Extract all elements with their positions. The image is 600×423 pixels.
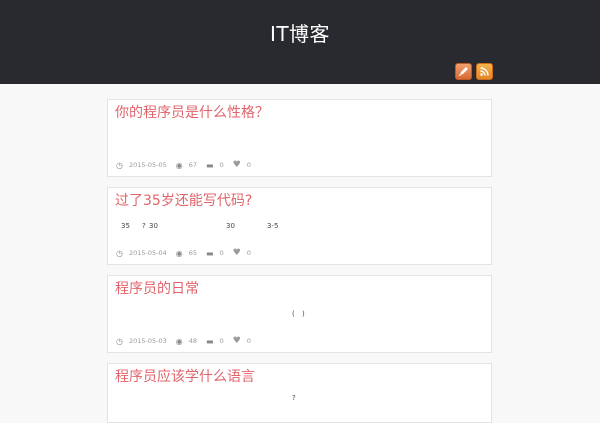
clock-icon: ◷ bbox=[116, 161, 123, 170]
post-card: 程序员应该学什么语言 ? bbox=[107, 363, 492, 423]
post-views: 65 bbox=[188, 249, 198, 257]
excerpt-text: ? bbox=[292, 394, 296, 402]
post-date: 2015-05-05 bbox=[128, 161, 167, 169]
post-comments: 0 bbox=[219, 249, 224, 257]
eye-icon: ◉ bbox=[175, 249, 183, 258]
post-date: 2015-05-03 bbox=[128, 337, 167, 345]
eye-icon: ◉ bbox=[175, 337, 183, 346]
post-likes: 0 bbox=[246, 249, 251, 257]
excerpt-text: 30 bbox=[226, 222, 235, 230]
pen-icon[interactable] bbox=[455, 63, 472, 80]
post-likes: 0 bbox=[246, 161, 251, 169]
post-views: 48 bbox=[188, 337, 198, 345]
post-likes: 0 bbox=[246, 337, 251, 345]
rss-icon[interactable] bbox=[476, 63, 493, 80]
post-card: 程序员的日常 ( ) ◷ 2015-05-03 ◉ 48 ▬ 0 ♥ 0 bbox=[107, 275, 492, 353]
heart-icon[interactable]: ♥ bbox=[233, 337, 241, 346]
excerpt-text: ( bbox=[292, 310, 295, 318]
post-date: 2015-05-04 bbox=[128, 249, 167, 257]
post-title-link[interactable]: 程序员的日常 bbox=[115, 279, 199, 299]
clock-icon: ◷ bbox=[116, 249, 123, 258]
comment-icon[interactable]: ▬ bbox=[206, 337, 214, 346]
eye-icon: ◉ bbox=[175, 161, 183, 170]
post-title-link[interactable]: 过了35岁还能写代码? bbox=[115, 191, 252, 211]
post-meta: ◷ 2015-05-05 ◉ 67 ▬ 0 ♥ 0 bbox=[116, 161, 260, 171]
excerpt-text: 35 bbox=[121, 222, 130, 230]
excerpt-text: 30 bbox=[149, 222, 158, 230]
post-title-link[interactable]: 程序员应该学什么语言 bbox=[115, 367, 255, 387]
excerpt-text: ) bbox=[302, 310, 305, 318]
site-header: IT博客 bbox=[0, 0, 600, 84]
post-views: 67 bbox=[188, 161, 198, 169]
header-icon-bar bbox=[455, 63, 493, 80]
heart-icon[interactable]: ♥ bbox=[233, 161, 241, 170]
site-title[interactable]: IT博客 bbox=[0, 21, 600, 47]
post-comments: 0 bbox=[219, 337, 224, 345]
comment-icon[interactable]: ▬ bbox=[206, 249, 214, 258]
post-meta: ◷ 2015-05-03 ◉ 48 ▬ 0 ♥ 0 bbox=[116, 337, 260, 347]
heart-icon[interactable]: ♥ bbox=[233, 249, 241, 258]
post-card: 你的程序员是什么性格？ ◷ 2015-05-05 ◉ 67 ▬ 0 ♥ 0 bbox=[107, 99, 492, 177]
post-comments: 0 bbox=[219, 161, 224, 169]
clock-icon: ◷ bbox=[116, 337, 123, 346]
excerpt-text: 3-5 bbox=[267, 222, 279, 230]
comment-icon[interactable]: ▬ bbox=[206, 161, 214, 170]
post-card: 过了35岁还能写代码? 35 ? 30 30 3-5 ◷ 2015-05-04 ◉… bbox=[107, 187, 492, 265]
excerpt-text: ? bbox=[142, 222, 146, 230]
post-title-link[interactable]: 你的程序员是什么性格？ bbox=[115, 103, 269, 123]
post-meta: ◷ 2015-05-04 ◉ 65 ▬ 0 ♥ 0 bbox=[116, 249, 260, 259]
